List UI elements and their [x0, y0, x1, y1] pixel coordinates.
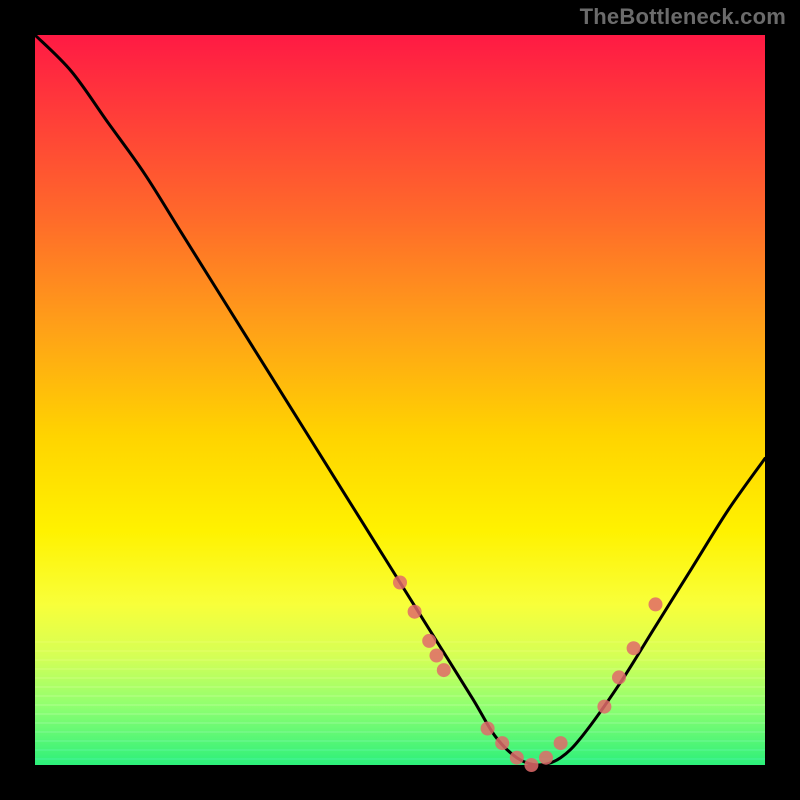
- marker-point: [597, 700, 611, 714]
- marker-point: [649, 597, 663, 611]
- watermark-label: TheBottleneck.com: [580, 6, 786, 28]
- marker-point: [524, 758, 538, 772]
- plot-area: [35, 35, 765, 765]
- marker-point: [408, 605, 422, 619]
- marker-point: [495, 736, 509, 750]
- marker-point: [554, 736, 568, 750]
- bottleneck-curve: [35, 35, 765, 765]
- marker-point: [510, 751, 524, 765]
- sample-markers: [393, 576, 663, 773]
- marker-point: [627, 641, 641, 655]
- marker-point: [430, 649, 444, 663]
- marker-point: [481, 722, 495, 736]
- chart-stage: TheBottleneck.com: [0, 0, 800, 800]
- marker-point: [539, 751, 553, 765]
- marker-point: [437, 663, 451, 677]
- curve-layer: [35, 35, 765, 765]
- marker-point: [422, 634, 436, 648]
- marker-point: [612, 670, 626, 684]
- marker-point: [393, 576, 407, 590]
